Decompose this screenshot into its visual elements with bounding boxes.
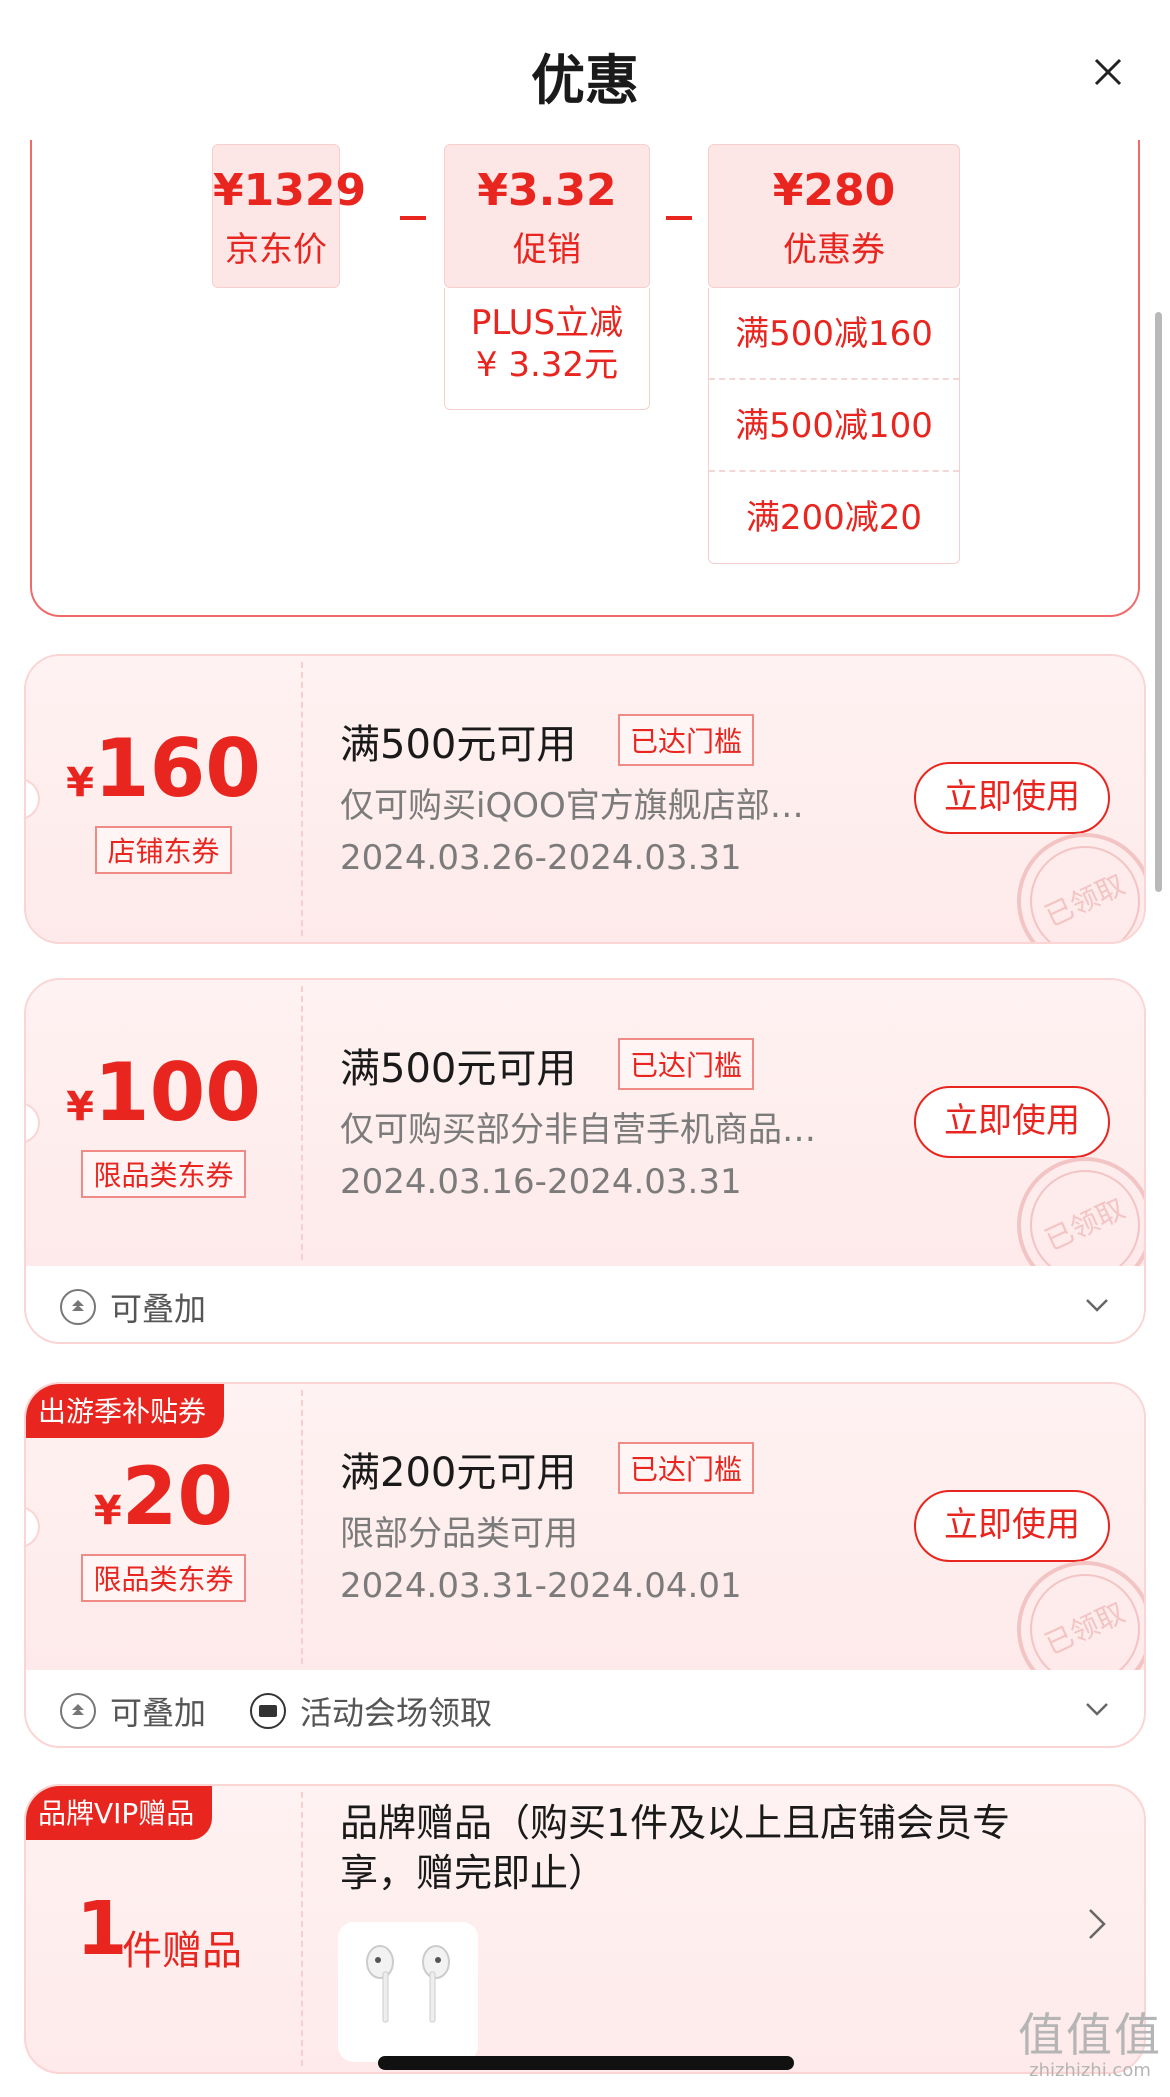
currency-symbol: ¥	[66, 1084, 94, 1130]
gift-ribbon: 品牌VIP赠品	[26, 1786, 213, 1840]
gift-title: 品牌赠品（购买1件及以上且店铺会员专享，赠完即止）	[340, 1801, 1011, 1895]
use-now-button[interactable]: 立即使用	[914, 762, 1110, 834]
coupon-card[interactable]: ¥160 店铺东券 满500元可用 已达门槛 仅可购买iQOO官方旗舰店部… 2…	[24, 654, 1146, 944]
coupon-type-wrap: 店铺东券	[26, 826, 301, 874]
coupon-amount: 20	[121, 1450, 234, 1543]
chevron-down-icon[interactable]	[1084, 1696, 1110, 1722]
claimed-stamp-icon: 已领取	[1017, 833, 1144, 942]
threshold-badge: 已达门槛	[618, 1038, 755, 1090]
coupon-desc: 仅可购买部分非自营手机商品…	[340, 1110, 816, 1150]
stackable-label: 可叠加	[110, 1694, 207, 1732]
watermark: 值值值 zhizhizhi.com	[1018, 2010, 1162, 2081]
promo-detail: PLUS立减 ¥ 3.32元	[444, 288, 650, 410]
coupon-amount: 160	[93, 722, 261, 815]
venue-tag: 活动会场领取	[250, 1688, 492, 1734]
promo-label: 促销	[513, 230, 581, 270]
use-now-button[interactable]: 立即使用	[914, 1086, 1110, 1158]
ticket-icon	[250, 1693, 286, 1729]
coupon-total-label: 优惠券	[783, 230, 885, 270]
coupon-detail-item: 满500减160	[709, 288, 959, 380]
gift-thumbnail[interactable]	[338, 1922, 478, 2062]
coupon-type: 限品类东券	[81, 1150, 246, 1198]
sheet-header: 优惠	[0, 0, 1170, 140]
coupon-footer[interactable]: 可叠加 活动会场领取	[26, 1670, 1144, 1746]
jd-price-label: 京东价	[225, 230, 327, 270]
currency-symbol: ¥	[66, 760, 94, 806]
coupon-amount: 100	[93, 1046, 261, 1139]
stamp-text: 已领取	[1040, 1596, 1130, 1661]
promo-detail-line2: ¥ 3.32元	[475, 345, 619, 385]
chevron-right-icon[interactable]	[1084, 1904, 1110, 1944]
page-title: 优惠	[531, 49, 639, 112]
coupon-value: ¥160	[26, 722, 301, 815]
promo-ribbon: 出游季补贴券	[26, 1384, 225, 1438]
card-divider	[301, 1390, 303, 1664]
earphones-icon	[366, 1945, 450, 2023]
coupon-date: 2024.03.31-2024.04.01	[340, 1566, 742, 1606]
coupon-title: 满200元可用	[340, 1450, 577, 1496]
threshold-badge: 已达门槛	[618, 1442, 755, 1494]
promo-amount: ¥3.32	[477, 165, 617, 216]
coupon-total-box: ¥280 优惠券	[708, 144, 960, 288]
coupon-card[interactable]: 出游季补贴券 ¥20 限品类东券 满200元可用 已达门槛 限部分品类可用 20…	[24, 1382, 1146, 1748]
watermark-text: 值值值	[1018, 2008, 1162, 2062]
minus-sign	[400, 216, 426, 220]
stack-icon	[60, 1693, 96, 1729]
coupon-detail-list: 满500减160 满500减100 满200减20	[708, 288, 960, 564]
coupon-type: 店铺东券	[95, 826, 232, 874]
use-now-button[interactable]: 立即使用	[914, 1490, 1110, 1562]
promo-detail-line1: PLUS立减	[470, 303, 624, 343]
coupon-body: ¥100 限品类东券 满500元可用 已达门槛 仅可购买部分非自营手机商品… 2…	[26, 980, 1144, 1293]
coupon-desc: 限部分品类可用	[340, 1514, 578, 1554]
promo-box: ¥3.32 促销	[444, 144, 650, 288]
minus-sign	[666, 216, 692, 220]
stackable-label: 可叠加	[110, 1290, 207, 1328]
coupon-footer[interactable]: 可叠加	[26, 1266, 1144, 1342]
card-divider	[301, 986, 303, 1260]
scrollbar[interactable]	[1155, 312, 1162, 892]
coupon-detail-item: 满500减100	[709, 380, 959, 472]
threshold-badge: 已达门槛	[618, 714, 755, 766]
card-divider	[301, 1792, 303, 2066]
currency-symbol: ¥	[93, 1488, 122, 1534]
venue-label: 活动会场领取	[300, 1694, 493, 1732]
close-icon[interactable]	[1086, 50, 1130, 94]
coupon-type: 限品类东券	[81, 1554, 246, 1602]
stamp-text: 已领取	[1040, 868, 1130, 933]
price-breakdown: ¥1329 京东价 ¥3.32 促销 PLUS立减 ¥ 3.32元 ¥280 优…	[30, 120, 1140, 617]
coupon-date: 2024.03.26-2024.03.31	[340, 838, 742, 878]
coupon-card[interactable]: ¥100 限品类东券 满500元可用 已达门槛 仅可购买部分非自营手机商品… 2…	[24, 978, 1146, 1344]
stackable-tag: 可叠加	[60, 1688, 206, 1734]
home-indicator[interactable]	[378, 2056, 794, 2070]
coupon-detail-item: 满200减20	[745, 498, 923, 538]
chevron-down-icon[interactable]	[1084, 1292, 1110, 1318]
coupon-title: 满500元可用	[340, 1046, 577, 1092]
jd-price-box: ¥1329 京东价	[212, 144, 367, 288]
stackable-tag: 可叠加	[60, 1284, 206, 1330]
coupon-total-amount: ¥280	[772, 165, 896, 216]
coupon-type-wrap: 限品类东券	[26, 1554, 301, 1602]
jd-price-amount: ¥1329	[213, 165, 367, 216]
coupon-body: ¥160 店铺东券 满500元可用 已达门槛 仅可购买iQOO官方旗舰店部… 2…	[26, 656, 1144, 942]
coupon-title: 满500元可用	[340, 722, 577, 768]
coupon-value: ¥20	[26, 1450, 301, 1543]
coupon-desc: 仅可购买iQOO官方旗舰店部…	[340, 786, 804, 826]
gift-card[interactable]: 品牌VIP赠品 1 件赠品 品牌赠品（购买1件及以上且店铺会员专享，赠完即止）	[24, 1784, 1146, 2074]
stack-icon	[60, 1289, 96, 1325]
coupon-date: 2024.03.16-2024.03.31	[340, 1162, 742, 1202]
stamp-text: 已领取	[1040, 1192, 1130, 1257]
card-divider	[301, 662, 303, 936]
coupon-value: ¥100	[26, 1046, 301, 1139]
coupon-type-wrap: 限品类东券	[26, 1150, 301, 1198]
gift-unit: 件赠品	[122, 1928, 242, 1974]
gift-quantity: 1	[76, 1886, 128, 1972]
watermark-domain: zhizhizhi.com	[1029, 2060, 1151, 2081]
